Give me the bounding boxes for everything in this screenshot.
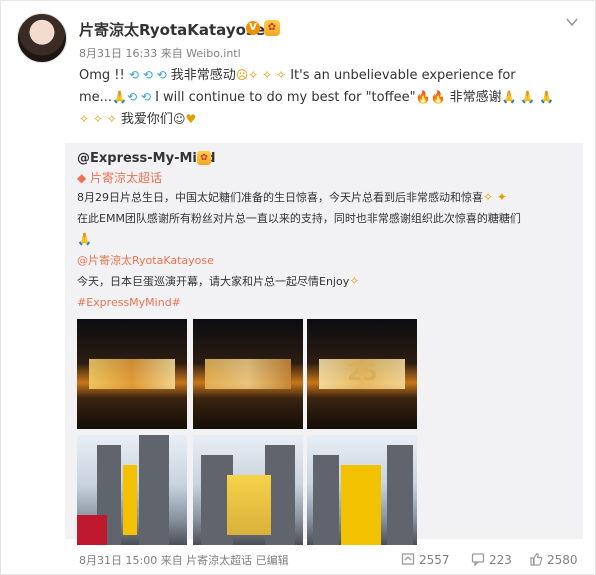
- sparkle-emoji-icon: ✧: [349, 274, 360, 288]
- photo-thumbnail[interactable]: [77, 435, 187, 545]
- topic-icon: ◆: [77, 171, 91, 185]
- swirl-emoji-icon: ⟲ ⟲ ⟲: [128, 68, 167, 82]
- post-text-segment: 非常感谢: [445, 90, 502, 105]
- verified-badge-icon: V: [246, 21, 260, 35]
- fire-emoji-icon: 🔥🔥: [415, 90, 446, 104]
- pray-emoji-icon: 🙏 🙏 🙏: [501, 90, 555, 104]
- swirl-emoji-icon: ⟲ ⟲: [127, 90, 151, 104]
- pray-emoji-icon: 🙏: [77, 232, 92, 246]
- billboard-number: 25: [347, 361, 378, 386]
- post-text-segment: 我爱你们: [116, 112, 173, 127]
- topic-label: 片寄涼太超话: [90, 171, 163, 185]
- repost-count: 2557: [419, 553, 450, 567]
- photo-thumbnail[interactable]: [193, 435, 303, 545]
- repost-icon: [401, 553, 415, 565]
- repost-line: 今天，日本巨蛋巡演开幕，请大家和片总一起尽情Enjoy: [77, 275, 350, 288]
- post-meta: 8月31日 16:33 来自 Weibo.intl: [79, 47, 241, 60]
- post-text: Omg !! ⟲ ⟲ ⟲ 我非常感动 ☹ ✧ ✧ ✧ It's an unbel…: [79, 65, 579, 131]
- photo-thumbnail[interactable]: [77, 319, 187, 429]
- mention-link[interactable]: @片寄涼太RyotaKatayose: [77, 254, 214, 267]
- hashtag-link[interactable]: #ExpressMyMind#: [77, 296, 181, 309]
- author-name[interactable]: 片寄涼太RyotaKatayose: [79, 19, 265, 40]
- crying-emoji-icon: ☹: [235, 68, 249, 82]
- repost-author[interactable]: @Express-My-Mind: [77, 151, 215, 166]
- repost-footer-meta: 8月31日 15:00 来自 片寄涼太超话 已编辑: [79, 552, 289, 568]
- post-text-segment: It's an unbelievable experience for: [286, 68, 516, 83]
- footer-meta-text: 8月31日 15:00 来自: [79, 554, 187, 567]
- repost-count-button[interactable]: 2557: [401, 552, 450, 567]
- photo-thumbnail[interactable]: [193, 319, 303, 429]
- post-text-segment: 我非常感动: [166, 68, 236, 83]
- comment-count-button[interactable]: 223: [471, 552, 512, 567]
- topic-link[interactable]: ◆ 片寄涼太超话: [77, 169, 162, 186]
- reposted-content: @Express-My-Mind ✿ ◆ 片寄涼太超话 8月29日片总生日，中国…: [65, 143, 583, 545]
- repost-text: 8月29日片总生日，中国太妃糖们准备的生日惊喜，今天片总看到后非常感动和惊喜 ✧…: [77, 187, 577, 313]
- photo-thumbnail[interactable]: 25: [307, 319, 417, 429]
- footer-topic-link[interactable]: 片寄涼太超话: [186, 554, 252, 567]
- comment-count: 223: [489, 553, 512, 567]
- close-arrow-icon[interactable]: [565, 15, 579, 29]
- like-icon: [530, 552, 543, 566]
- smile-emoji-icon: ☺: [172, 112, 186, 126]
- fan-badge-icon: ✿: [264, 20, 280, 36]
- post-text-segment: I will continue to do my best for "toffe…: [150, 90, 416, 105]
- fan-badge-icon: ✿: [197, 151, 211, 165]
- post-text-segment: me...: [79, 90, 113, 105]
- like-count-button[interactable]: 2580: [529, 552, 578, 567]
- sparkle-emoji-icon: ✧ ✧ ✧: [248, 68, 287, 82]
- post-text-segment: Omg !!: [79, 68, 129, 83]
- heart-emoji-icon: ♥: [185, 112, 197, 126]
- footer-edited-label: 已编辑: [252, 554, 289, 567]
- repost-line: 在此EMM团队感谢所有粉丝对片总一直以来的支持，同时也非常感谢组织此次惊喜的糖糖…: [77, 212, 521, 225]
- author-avatar[interactable]: [17, 13, 67, 63]
- weibo-post-card: 片寄涼太RyotaKatayose V ✿ 8月31日 16:33 来自 Wei…: [0, 0, 596, 575]
- comment-icon: [471, 553, 485, 567]
- photo-thumbnail[interactable]: [307, 435, 417, 545]
- sparkle-emoji-icon: ✧ ✦: [483, 190, 507, 204]
- like-count: 2580: [547, 553, 578, 567]
- repost-line: 8月29日片总生日，中国太妃糖们准备的生日惊喜，今天片总看到后非常感动和惊喜: [77, 191, 483, 204]
- pray-emoji-icon: 🙏: [112, 90, 128, 104]
- sparkle-emoji-icon: ✧ ✧ ✧: [79, 112, 117, 126]
